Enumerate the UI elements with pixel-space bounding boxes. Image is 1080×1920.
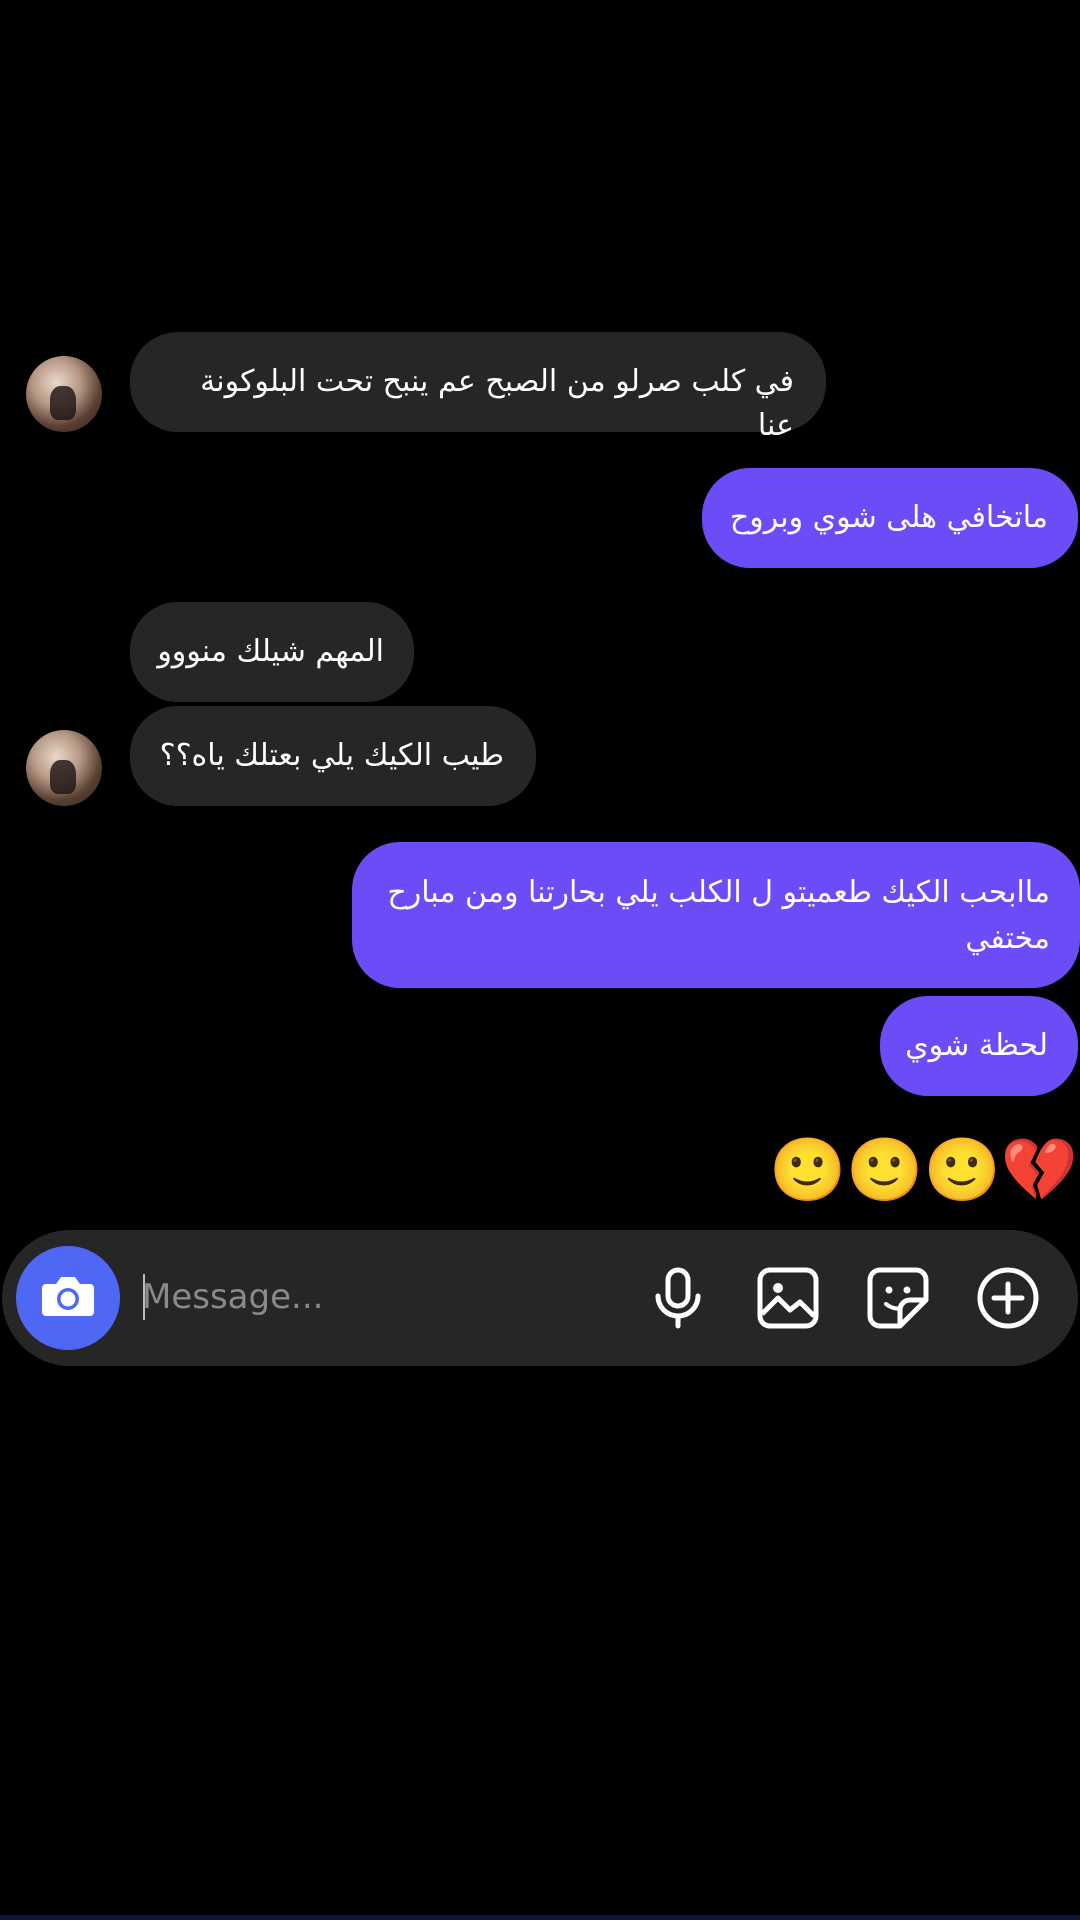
smile-emoji: 🙂 bbox=[769, 1133, 847, 1206]
microphone-icon bbox=[655, 1267, 701, 1329]
camera-icon bbox=[42, 1277, 94, 1316]
message-bubble-incoming[interactable]: طيب الكيك يلي بعتلك ياه؟؟ bbox=[130, 706, 536, 806]
smile-emoji: 🙂 bbox=[846, 1133, 924, 1206]
bottom-nav-bar bbox=[0, 1915, 1080, 1920]
contact-avatar[interactable] bbox=[26, 356, 102, 432]
emoji-reaction-message[interactable]: 💔🙂🙂🙂 bbox=[769, 1132, 1078, 1208]
message-bubble-incoming[interactable]: المهم شيلك منووو bbox=[130, 602, 414, 702]
message-bubble-outgoing[interactable]: لحظة شوي bbox=[880, 996, 1078, 1096]
message-bubble-incoming[interactable]: في كلب صرلو من الصبح عم ينبح تحت البلوكو… bbox=[130, 332, 826, 443]
microphone-button[interactable] bbox=[642, 1262, 714, 1334]
camera-button[interactable] bbox=[16, 1246, 120, 1350]
sticker-icon bbox=[867, 1267, 929, 1329]
text-cursor bbox=[143, 1274, 145, 1320]
message-bubble-outgoing[interactable]: ماتخافي هلى شوي وبروح bbox=[702, 468, 1078, 568]
add-button[interactable] bbox=[972, 1262, 1044, 1334]
smile-emoji: 🙂 bbox=[923, 1133, 1001, 1206]
message-composer: Message... bbox=[2, 1230, 1078, 1366]
gallery-icon bbox=[757, 1267, 819, 1329]
contact-avatar[interactable] bbox=[26, 730, 102, 806]
message-bubble-outgoing[interactable]: ماابحب الكيك طعميتو ل الكلب يلي بحارتنا … bbox=[352, 842, 1080, 988]
sticker-button[interactable] bbox=[862, 1262, 934, 1334]
gallery-button[interactable] bbox=[752, 1262, 824, 1334]
plus-circle-icon bbox=[977, 1267, 1039, 1329]
message-input[interactable]: Message... bbox=[142, 1268, 592, 1326]
broken-heart-emoji: 💔 bbox=[1000, 1133, 1078, 1206]
